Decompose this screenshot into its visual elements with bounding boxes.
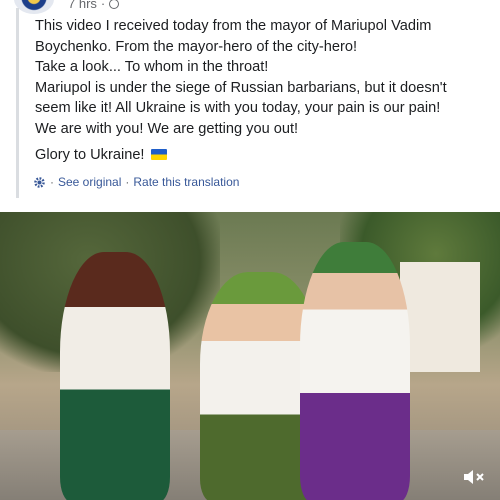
translation-bar: · See original · Rate this translation bbox=[33, 175, 239, 189]
video-scene-dancer bbox=[300, 242, 410, 500]
ukraine-flag-icon bbox=[150, 149, 167, 160]
video-player[interactable] bbox=[0, 212, 500, 500]
video-scene-dancer bbox=[60, 252, 170, 500]
gear-icon[interactable] bbox=[33, 176, 46, 189]
rate-translation-link[interactable]: Rate this translation bbox=[133, 175, 239, 189]
post-paragraph-2-text: Glory to Ukraine! bbox=[35, 147, 145, 163]
translation-separator: · bbox=[125, 175, 130, 189]
translation-separator: · bbox=[50, 175, 54, 189]
post-paragraph-1: This video I received today from the may… bbox=[35, 18, 447, 137]
translated-post: This video I received today from the may… bbox=[16, 8, 498, 198]
post-paragraph-2: Glory to Ukraine! bbox=[35, 145, 498, 166]
see-original-link[interactable]: See original bbox=[58, 175, 121, 189]
volume-muted-icon[interactable] bbox=[462, 468, 486, 486]
post-text: This video I received today from the may… bbox=[35, 16, 498, 166]
video-scene-tent bbox=[400, 262, 480, 372]
